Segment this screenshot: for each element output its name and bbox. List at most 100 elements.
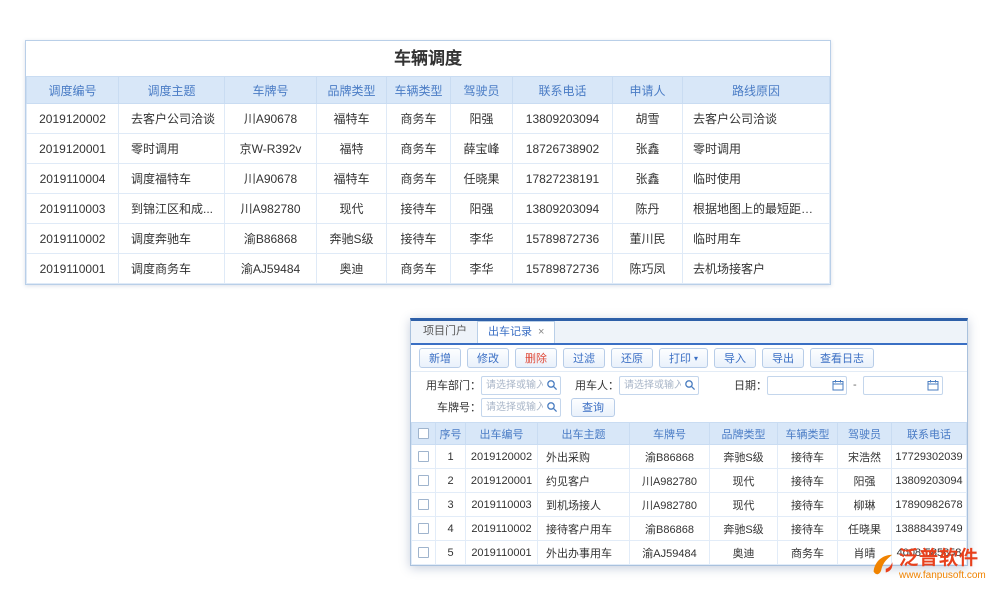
col-header-dispatch-id[interactable]: 调度编号: [27, 77, 119, 104]
cell-subject[interactable]: 到锦江区和成...: [119, 194, 225, 224]
cell-driver[interactable]: 李华: [451, 224, 513, 254]
cell-plate[interactable]: 渝AJ59484: [630, 541, 710, 565]
restore-button[interactable]: 还原: [611, 348, 653, 368]
edit-button[interactable]: 修改: [467, 348, 509, 368]
cell-subject[interactable]: 外出办事用车: [538, 541, 630, 565]
col-header-plate[interactable]: 车牌号: [225, 77, 317, 104]
cell-plate[interactable]: 川A90678: [225, 104, 317, 134]
cell-driver[interactable]: 阳强: [451, 194, 513, 224]
row-checkbox[interactable]: [418, 475, 429, 486]
filter-button[interactable]: 过滤: [563, 348, 605, 368]
cell-id[interactable]: 2019110001: [466, 541, 538, 565]
select-all-checkbox[interactable]: [418, 428, 429, 439]
tab-bar: 项目门户 出车记录×: [411, 321, 967, 345]
cell-id[interactable]: 2019110001: [27, 254, 119, 284]
cell-brand: 奥迪: [710, 541, 778, 565]
row-checkbox[interactable]: [418, 547, 429, 558]
query-button[interactable]: 查询: [571, 398, 615, 417]
tab-project-portal[interactable]: 项目门户: [413, 321, 477, 343]
cell-subject[interactable]: 去客户公司洽谈: [119, 104, 225, 134]
cell-driver[interactable]: 柳琳: [838, 493, 892, 517]
table-row[interactable]: 2019110004调度福特车川A90678福特车商务车任晓果178272381…: [27, 164, 830, 194]
table-row[interactable]: 12019120002外出采购渝B86868奔驰S级接待车宋浩然17729302…: [412, 445, 967, 469]
col-header-brand[interactable]: 品牌类型: [317, 77, 387, 104]
col-header-plate[interactable]: 车牌号: [630, 423, 710, 445]
cell-phone: 13809203094: [892, 469, 967, 493]
add-button[interactable]: 新增: [419, 348, 461, 368]
cell-id[interactable]: 2019110002: [27, 224, 119, 254]
cell-driver[interactable]: 阳强: [838, 469, 892, 493]
delete-button[interactable]: 删除: [515, 348, 557, 368]
row-checkbox[interactable]: [418, 523, 429, 534]
cell-plate[interactable]: 渝B86868: [630, 445, 710, 469]
print-button[interactable]: 打印 ▾: [659, 348, 708, 368]
cell-plate[interactable]: 京W-R392v: [225, 134, 317, 164]
cell-plate[interactable]: 渝B86868: [630, 517, 710, 541]
cell-id[interactable]: 2019120002: [27, 104, 119, 134]
cell-driver[interactable]: 薛宝峰: [451, 134, 513, 164]
table-row[interactable]: 2019110002调度奔驰车渝B86868奔驰S级接待车李华157898727…: [27, 224, 830, 254]
table-row[interactable]: 2019120001零时调用京W-R392v福特商务车薛宝峰1872673890…: [27, 134, 830, 164]
vehicle-dispatch-panel: 车辆调度 调度编号 调度主题 车牌号 品牌类型 车辆类型 驾驶员 联系电话 申请…: [25, 40, 831, 285]
calendar-icon[interactable]: [926, 378, 941, 393]
export-button[interactable]: 导出: [762, 348, 804, 368]
row-checkbox[interactable]: [418, 499, 429, 510]
cell-subject[interactable]: 调度奔驰车: [119, 224, 225, 254]
row-checkbox[interactable]: [418, 451, 429, 462]
cell-driver[interactable]: 阳强: [451, 104, 513, 134]
table-row[interactable]: 32019110003到机场接人川A982780现代接待车柳琳178909826…: [412, 493, 967, 517]
cell-subject[interactable]: 到机场接人: [538, 493, 630, 517]
search-icon[interactable]: [544, 400, 559, 415]
cell-id[interactable]: 2019110003: [466, 493, 538, 517]
cell-plate[interactable]: 川A982780: [225, 194, 317, 224]
cell-subject[interactable]: 约见客户: [538, 469, 630, 493]
cell-id[interactable]: 2019120001: [466, 469, 538, 493]
calendar-icon[interactable]: [830, 378, 845, 393]
col-header-index[interactable]: 序号: [436, 423, 466, 445]
col-header-driver[interactable]: 驾驶员: [451, 77, 513, 104]
cell-plate[interactable]: 渝B86868: [225, 224, 317, 254]
import-button[interactable]: 导入: [714, 348, 756, 368]
cell-subject[interactable]: 调度福特车: [119, 164, 225, 194]
cell-plate[interactable]: 川A982780: [630, 493, 710, 517]
cell-subject[interactable]: 外出采购: [538, 445, 630, 469]
cell-subject[interactable]: 零时调用: [119, 134, 225, 164]
cell-subject[interactable]: 调度商务车: [119, 254, 225, 284]
col-header-vehicle-type[interactable]: 车辆类型: [387, 77, 451, 104]
cell-driver[interactable]: 宋浩然: [838, 445, 892, 469]
cell-plate[interactable]: 川A90678: [225, 164, 317, 194]
col-header-subject[interactable]: 出车主题: [538, 423, 630, 445]
cell-driver[interactable]: 任晓果: [838, 517, 892, 541]
col-header-brand[interactable]: 品牌类型: [710, 423, 778, 445]
col-header-phone[interactable]: 联系电话: [513, 77, 613, 104]
col-header-phone[interactable]: 联系电话: [892, 423, 967, 445]
table-row[interactable]: 2019110003到锦江区和成...川A982780现代接待车阳强138092…: [27, 194, 830, 224]
cell-id[interactable]: 2019110002: [466, 517, 538, 541]
cell-plate[interactable]: 渝AJ59484: [225, 254, 317, 284]
col-header-driver[interactable]: 驾驶员: [838, 423, 892, 445]
user-label: 用车人：: [561, 377, 619, 393]
cell-num: 1: [436, 445, 466, 469]
cell-driver[interactable]: 李华: [451, 254, 513, 284]
table-row[interactable]: 2019110001调度商务车渝AJ59484奥迪商务车李华1578987273…: [27, 254, 830, 284]
tab-vehicle-record[interactable]: 出车记录×: [477, 321, 555, 343]
close-icon[interactable]: ×: [538, 326, 544, 338]
search-icon[interactable]: [544, 378, 559, 393]
view-log-button[interactable]: 查看日志: [810, 348, 874, 368]
col-header-subject[interactable]: 调度主题: [119, 77, 225, 104]
table-row[interactable]: 42019110002接待客户用车渝B86868奔驰S级接待车任晓果138884…: [412, 517, 967, 541]
col-header-record-id[interactable]: 出车编号: [466, 423, 538, 445]
table-row[interactable]: 22019120001约见客户川A982780现代接待车阳强1380920309…: [412, 469, 967, 493]
cell-id[interactable]: 2019110004: [27, 164, 119, 194]
col-header-reason[interactable]: 路线原因: [683, 77, 830, 104]
cell-driver[interactable]: 任晓果: [451, 164, 513, 194]
search-icon[interactable]: [682, 378, 697, 393]
cell-subject[interactable]: 接待客户用车: [538, 517, 630, 541]
col-header-vehicle-type[interactable]: 车辆类型: [778, 423, 838, 445]
col-header-applicant[interactable]: 申请人: [613, 77, 683, 104]
table-row[interactable]: 2019120002去客户公司洽谈川A90678福特车商务车阳强13809203…: [27, 104, 830, 134]
cell-id[interactable]: 2019120002: [466, 445, 538, 469]
cell-id[interactable]: 2019110003: [27, 194, 119, 224]
cell-id[interactable]: 2019120001: [27, 134, 119, 164]
cell-plate[interactable]: 川A982780: [630, 469, 710, 493]
